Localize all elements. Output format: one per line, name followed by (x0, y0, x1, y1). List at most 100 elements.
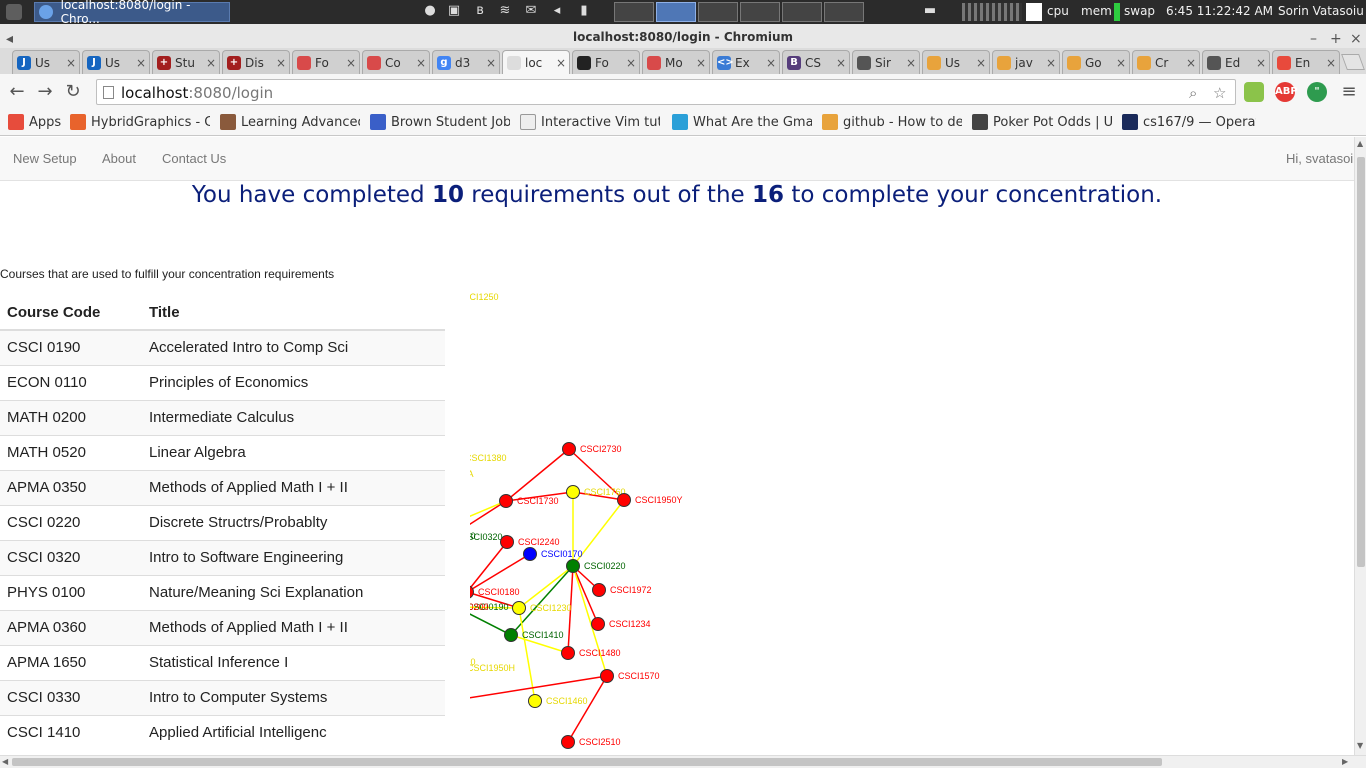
mail-tray-icon[interactable]: ✉ (523, 3, 539, 19)
graph-node[interactable]: CSCI1570 (600, 669, 660, 683)
vertical-scroll-thumb[interactable] (1357, 157, 1365, 567)
prerequisite-graph[interactable]: CSCI1280CSCI1250CSCI1810CSCI2590CSCI0330… (470, 277, 1330, 755)
search-icon[interactable]: ⌕ (1189, 84, 1197, 102)
tab-close-icon[interactable]: × (695, 56, 707, 70)
bookmark-item[interactable]: Interactive Vim tutor (520, 114, 660, 130)
chrome-menu-icon[interactable]: ≡ (1338, 81, 1360, 103)
user-name[interactable]: Sorin Vatasoiu (1278, 4, 1364, 18)
graph-node-circle[interactable] (561, 735, 575, 749)
battery-tray-icon[interactable]: ▮ (576, 3, 592, 19)
browser-tab[interactable]: Go × (1062, 50, 1130, 74)
bluetooth-tray-icon[interactable]: ʙ (472, 3, 488, 19)
tab-close-icon[interactable]: × (835, 56, 847, 70)
browser-tab[interactable]: Co × (362, 50, 430, 74)
workspace-2-button[interactable] (656, 2, 696, 22)
graph-node-circle[interactable] (592, 583, 606, 597)
graph-node[interactable]: CSCI0320 (470, 531, 503, 544)
bookmark-star-icon[interactable]: ☆ (1213, 84, 1226, 102)
browser-tab[interactable]: + Dis × (222, 50, 290, 74)
nav-about[interactable]: About (102, 151, 136, 166)
browser-tab[interactable]: Us × (922, 50, 990, 74)
vertical-scrollbar[interactable]: ▲ ▼ (1354, 137, 1366, 755)
tab-close-icon[interactable]: × (905, 56, 917, 70)
graph-node[interactable]: CSCI1730 (499, 494, 559, 508)
graph-node-circle[interactable] (500, 535, 514, 549)
graph-node[interactable]: CSCI1234 (591, 617, 651, 631)
browser-tab[interactable]: loc × (502, 50, 570, 74)
tab-close-icon[interactable]: × (625, 56, 637, 70)
scroll-up-icon[interactable]: ▲ (1357, 139, 1363, 148)
apps-bookmark[interactable]: Apps (8, 114, 64, 130)
graph-node[interactable]: CSCI2730 (562, 442, 622, 456)
hangouts-tray-icon[interactable]: ● (422, 3, 438, 19)
bookmark-item[interactable]: Learning Advanced J (220, 114, 360, 130)
graph-node[interactable]: CSCI0180 (470, 585, 520, 599)
volume-tray-icon[interactable]: ◂ (549, 3, 565, 19)
bookmark-item[interactable]: Brown Student Job & (370, 114, 510, 130)
tab-close-icon[interactable]: × (485, 56, 497, 70)
workspace-6-button[interactable] (824, 2, 864, 22)
graph-node[interactable]: CSCI1410 (504, 628, 564, 642)
browser-tab[interactable]: B CS × (782, 50, 850, 74)
tab-close-icon[interactable]: × (765, 56, 777, 70)
back-icon[interactable]: ← (6, 81, 28, 103)
bookmark-item[interactable]: What Are the Gmail (672, 114, 812, 130)
graph-node-circle[interactable] (566, 485, 580, 499)
graph-node-circle[interactable] (470, 585, 474, 599)
browser-tab[interactable]: En × (1272, 50, 1340, 74)
forward-icon[interactable]: → (34, 81, 56, 103)
browser-tab[interactable]: Mo × (642, 50, 710, 74)
graph-node[interactable]: CSCI1951A (470, 468, 474, 481)
tab-close-icon[interactable]: × (205, 56, 217, 70)
scroll-left-icon[interactable]: ◀ (2, 757, 8, 766)
bookmark-item[interactable]: Poker Pot Odds | Us (972, 114, 1112, 130)
adblock-plus-icon[interactable]: ABP (1275, 82, 1298, 102)
tab-close-icon[interactable]: × (345, 56, 357, 70)
nav-new-setup[interactable]: New Setup (13, 151, 77, 166)
graph-node[interactable]: CSCI2240 (500, 535, 560, 549)
nav-user-greeting[interactable]: Hi, svatasoi (1286, 151, 1353, 166)
graph-node-circle[interactable] (617, 493, 631, 507)
graph-node[interactable]: CSCI1460 (528, 694, 588, 708)
tab-close-icon[interactable]: × (1185, 56, 1197, 70)
graph-node[interactable]: CSCI1380 (470, 452, 507, 465)
address-bar[interactable]: localhost:8080/login ⌕ ☆ (96, 79, 1236, 105)
clock[interactable]: 6:45 11:22:42 AM (1166, 4, 1273, 18)
graph-node-circle[interactable] (523, 547, 537, 561)
scroll-down-icon[interactable]: ▼ (1357, 741, 1363, 750)
browser-tab[interactable]: jav × (992, 50, 1060, 74)
tab-close-icon[interactable]: × (1255, 56, 1267, 70)
bookmark-item[interactable]: github - How to dele (822, 114, 962, 130)
scroll-right-icon[interactable]: ▶ (1342, 757, 1348, 766)
graph-node-circle[interactable] (528, 694, 542, 708)
hangouts-extension-icon[interactable]: " (1307, 82, 1327, 102)
browser-tab[interactable]: Ed × (1202, 50, 1270, 74)
tab-close-icon[interactable]: × (1045, 56, 1057, 70)
graph-node-circle[interactable] (600, 669, 614, 683)
taskbar-active-window[interactable]: localhost:8080/login - Chro... (34, 0, 230, 26)
browser-tab[interactable]: J Us × (82, 50, 150, 74)
browser-tab[interactable]: Sir × (852, 50, 920, 74)
graph-node[interactable]: CSCI1950Y (617, 493, 683, 507)
workspace-1-button[interactable] (614, 2, 654, 22)
graph-node[interactable]: CSCI2510 (561, 735, 621, 749)
graph-node[interactable]: CSCI0170 (523, 547, 583, 561)
graph-node[interactable]: CSCI1972 (592, 583, 652, 597)
bookmark-item[interactable]: cs167/9 — Operatin (1122, 114, 1256, 130)
graph-node[interactable]: CSCI0220 (566, 559, 626, 573)
nav-contact[interactable]: Contact Us (162, 151, 226, 166)
horizontal-scrollbar[interactable]: ◀ ▶ (0, 755, 1366, 768)
graph-node[interactable]: CSCI0200 (470, 601, 489, 614)
browser-tab[interactable]: + Stu × (152, 50, 220, 74)
browser-tab[interactable]: Fo × (572, 50, 640, 74)
graph-node[interactable]: CSCI1760 (566, 485, 626, 499)
workspace-4-button[interactable] (740, 2, 780, 22)
window-titlebar[interactable]: ◂ localhost:8080/login - Chromium – + × (0, 24, 1366, 48)
graph-node-circle[interactable] (561, 646, 575, 660)
minimize-all-icon[interactable]: ▬ (922, 3, 938, 19)
browser-tab[interactable]: Fo × (292, 50, 360, 74)
browser-tab[interactable]: g d3 × (432, 50, 500, 74)
new-tab-button[interactable] (1341, 54, 1365, 70)
android-extension-icon[interactable] (1244, 82, 1264, 102)
tab-close-icon[interactable]: × (65, 56, 77, 70)
